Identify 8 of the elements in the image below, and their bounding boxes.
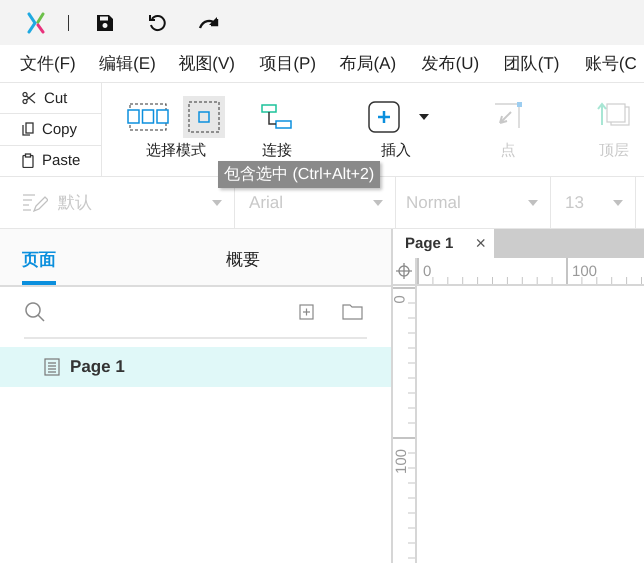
tool-label: 连接 xyxy=(262,142,292,160)
ruler-number: 100 xyxy=(394,448,410,474)
tool-label: 选择模式 xyxy=(146,142,206,160)
ruler-number: 100 xyxy=(572,264,598,279)
tool-label: 插入 xyxy=(381,142,411,160)
ruler-number: 0 xyxy=(392,295,408,304)
ruler-number: 0 xyxy=(423,264,432,279)
tooltip: 包含选中 (Ctrl+Alt+2) xyxy=(218,161,380,188)
